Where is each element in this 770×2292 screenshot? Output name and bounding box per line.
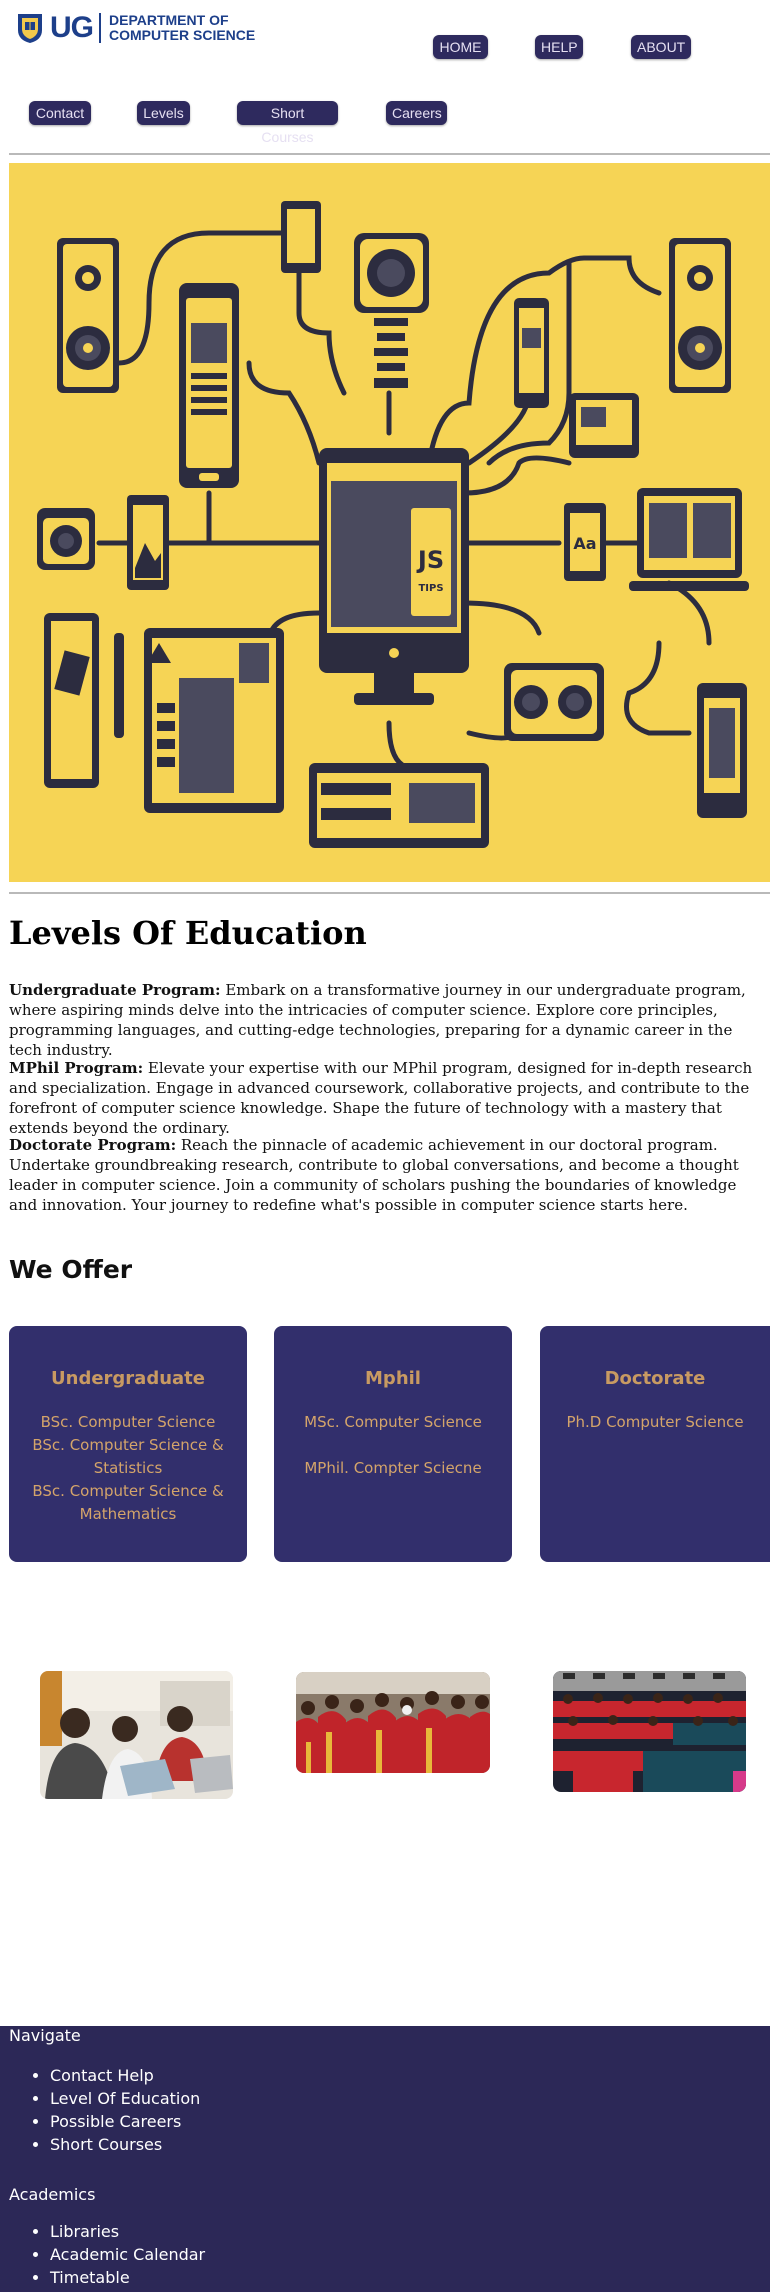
nav-levels-button[interactable]: Levels [137,101,190,125]
nav-contact-button[interactable]: Contact [29,101,91,125]
logo-line-1: DEPARTMENT OF [109,12,229,28]
footer-navigate-heading: Navigate [9,2026,81,2045]
university-crest-icon [18,14,42,43]
footer-link-academic-calendar[interactable]: Academic Calendar [50,2243,205,2266]
header-divider [9,153,770,155]
card-title: Mphil [365,1368,421,1389]
course-item: Ph.D Computer Science [566,1413,744,1431]
doctorate-card[interactable]: Doctorate Ph.D Computer Science [540,1326,770,1562]
nav-about-button[interactable]: ABOUT [631,35,691,59]
students-laptops-photo [40,1671,233,1799]
mphil-card[interactable]: Mphil MSc. Computer Science MPhil. Compt… [274,1326,512,1562]
laptop-right [629,488,749,591]
tower-device [144,628,284,813]
course-list: BSc. Computer Science BSc. Computer Scie… [9,1411,247,1526]
levels-heading: Levels Of Education [9,914,367,952]
tech-devices-illustration: JS TIPS Aa [37,201,749,848]
mphil-program-description: MPhil Program: Elevate your expertise wi… [9,1058,764,1138]
footer-link-libraries[interactable]: Libraries [50,2220,205,2243]
footer-link-timetable[interactable]: Timetable [50,2266,205,2289]
course-item: BSc. Computer Science & Statistics [32,1436,224,1477]
offer-heading: We Offer [9,1255,133,1284]
course-item: BSc. Computer Science [40,1413,216,1431]
card-title: Doctorate [604,1368,706,1389]
nav-careers-button[interactable]: Careers [386,101,447,125]
course-list: Ph.D Computer Science [540,1411,770,1434]
footer-academics-list: Libraries Academic Calendar Timetable [30,2220,205,2289]
screen-label: JS [416,546,444,574]
logo-line-2: COMPUTER SCIENCE [109,27,256,43]
footer-link-level-of-education[interactable]: Level Of Education [50,2087,200,2110]
program-name: Undergraduate Program: [9,981,221,999]
logo-divider [99,13,101,43]
camera-left [37,508,95,570]
logo-abbreviation: UG [50,11,94,44]
program-name: MPhil Program: [9,1059,144,1077]
nav-short-courses-button[interactable]: Short Courses [237,101,338,145]
hero-divider [9,892,770,894]
nav-help-button[interactable]: HELP [535,35,583,59]
department-logo[interactable]: UG DEPARTMENT OF COMPUTER SCIENCE [16,12,255,44]
doctorate-program-description: Doctorate Program: Reach the pinnacle of… [9,1135,764,1215]
fan-unit [504,663,604,741]
central-monitor: JS TIPS [319,448,469,705]
course-item: MPhil. Compter Sciecne [304,1459,482,1477]
footer-link-contact-help[interactable]: Contact Help [50,2064,200,2087]
footer-link-short-courses[interactable]: Short Courses [50,2133,200,2156]
undergraduate-card[interactable]: Undergraduate BSc. Computer Science BSc.… [9,1326,247,1562]
program-name: Doctorate Program: [9,1136,177,1154]
footer-navigate-list: Contact Help Level Of Education Possible… [30,2064,200,2156]
speaker-left [57,238,119,393]
nav-home-button[interactable]: HOME [433,35,488,59]
footer-academics-heading: Academics [9,2185,96,2204]
site-header: UG DEPARTMENT OF COMPUTER SCIENCE HOME H… [0,0,770,152]
course-item: BSc. Computer Science & Mathematics [32,1482,224,1523]
course-item: MSc. Computer Science [304,1413,482,1431]
undergraduate-program-description: Undergraduate Program: Embark on a trans… [9,980,764,1060]
course-list: MSc. Computer Science MPhil. Compter Sci… [274,1411,512,1480]
screen-sublabel: TIPS [418,583,443,594]
webcam [354,233,429,388]
amplifier [309,763,489,848]
speaker-right [669,238,731,393]
hero-illustration: JS TIPS Aa [9,163,770,882]
footer-link-possible-careers[interactable]: Possible Careers [50,2110,200,2133]
graduates-ceremony-photo [296,1672,490,1773]
phone-left [179,283,239,488]
site-footer: Navigate Contact Help Level Of Education… [0,2026,770,2292]
device-label: Aa [573,534,596,553]
card-title: Undergraduate [51,1368,205,1389]
graduation-audience-photo [553,1671,746,1792]
logo-department-name: DEPARTMENT OF COMPUTER SCIENCE [109,13,255,43]
